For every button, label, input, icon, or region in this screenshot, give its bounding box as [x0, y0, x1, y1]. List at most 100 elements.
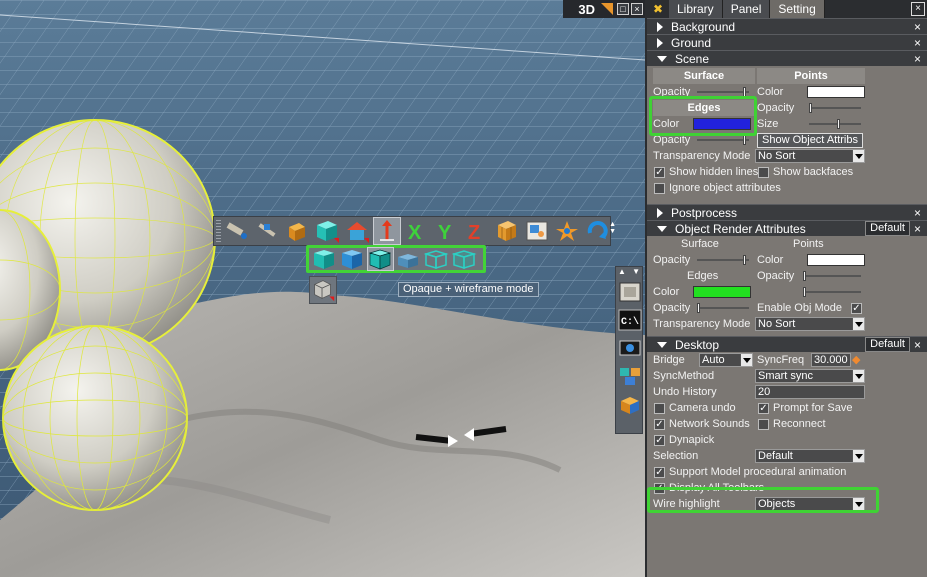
camera-icon[interactable] — [618, 337, 642, 359]
toolbar-grip[interactable] — [216, 220, 221, 242]
reconnect-checkbox[interactable] — [758, 419, 769, 430]
edges-color-swatch[interactable] — [693, 118, 751, 130]
close-section-icon[interactable]: × — [914, 222, 921, 236]
close-viewport-button[interactable]: × — [631, 3, 643, 15]
syncfreq-label: SyncFreq — [757, 354, 805, 366]
close-section-icon[interactable]: × — [914, 52, 921, 66]
prompt-for-save-checkbox[interactable]: ✓ — [758, 403, 769, 414]
tab-setting[interactable]: Setting — [770, 0, 825, 18]
edges-header: Edges — [653, 100, 755, 116]
undo-history-input[interactable]: 20 — [755, 385, 865, 399]
section-ground[interactable]: Ground × — [647, 34, 927, 50]
close-panel-button[interactable]: × — [911, 2, 925, 16]
rotate-icon[interactable] — [584, 218, 610, 244]
section-scene[interactable]: Scene × — [647, 50, 927, 66]
z-axis-icon[interactable]: Z — [464, 218, 490, 244]
maximize-button[interactable]: □ — [617, 3, 629, 15]
render-icon[interactable] — [618, 393, 642, 415]
cube-icon[interactable] — [314, 218, 340, 244]
or-points-opacity-label: Opacity — [757, 270, 795, 282]
or-points-size-slider[interactable] — [803, 287, 861, 297]
or-edges-color-swatch[interactable] — [693, 286, 751, 298]
or-edges-color-label: Color — [653, 286, 680, 298]
network-sounds-checkbox[interactable]: ✓ — [654, 419, 665, 430]
wire-box-tool[interactable] — [309, 276, 337, 304]
close-section-icon[interactable]: × — [914, 338, 921, 352]
bridge-label: Bridge — [653, 354, 685, 366]
wire-cube-icon[interactable] — [423, 248, 449, 270]
camera-undo-label: Camera undo — [669, 402, 736, 414]
selection-select[interactable]: Default — [755, 449, 865, 463]
solid-cube-icon[interactable] — [312, 248, 337, 270]
section-title: Desktop — [675, 337, 720, 352]
syncmethod-label: SyncMethod — [653, 370, 715, 382]
points-size-slider[interactable] — [809, 119, 861, 129]
spin-arrows-icon[interactable]: ◆ — [852, 352, 860, 368]
close-section-icon[interactable]: × — [914, 36, 921, 50]
flat-cube-icon[interactable] — [396, 248, 421, 270]
show-object-attribs-button[interactable]: Show Object Attribs — [757, 133, 863, 148]
sphere-bottom[interactable] — [2, 325, 188, 511]
y-axis-icon[interactable]: Y — [434, 218, 460, 244]
points-color-swatch[interactable] — [807, 86, 865, 98]
syncmethod-select[interactable]: Smart sync — [755, 369, 865, 383]
section-object-render-attributes[interactable]: Object Render Attributes Default × — [647, 220, 927, 236]
wire-highlight-select[interactable]: Objects — [755, 497, 865, 511]
scroll-down-icon[interactable]: ▼ — [632, 267, 640, 277]
close-section-icon[interactable]: × — [914, 20, 921, 34]
transparency-mode-select[interactable]: No Sort — [755, 149, 865, 163]
show-hidden-lines-checkbox[interactable]: ✓ — [654, 167, 665, 178]
or-points-color-swatch[interactable] — [807, 254, 865, 266]
section-title: Postprocess — [671, 205, 738, 220]
or-surface-opacity-slider[interactable] — [697, 255, 749, 265]
camera-undo-checkbox[interactable] — [654, 403, 665, 414]
console-icon[interactable]: C:\ — [618, 309, 642, 331]
section-title: Background — [671, 19, 736, 34]
scroll-up-icon[interactable]: ▲ — [618, 267, 626, 277]
opaque-wire-cube-icon[interactable] — [367, 247, 394, 271]
tooltip: Opaque + wireframe mode — [398, 282, 539, 297]
show-hidden-lines-label: Show hidden lines — [669, 166, 759, 178]
cubes-icon[interactable] — [618, 365, 642, 387]
support-model-checkbox[interactable]: ✓ — [654, 467, 665, 478]
edges-opacity-slider[interactable] — [697, 135, 749, 145]
3d-viewport[interactable]: 3D □ × X Y Z ▲▼ Opaque + wireframe mode — [0, 0, 645, 577]
display-all-toolbars-checkbox[interactable]: ✓ — [654, 483, 665, 494]
edges-color-label: Color — [653, 118, 680, 130]
image-icon[interactable] — [524, 218, 550, 244]
grid-box-icon[interactable] — [494, 218, 520, 244]
tools-icon[interactable]: ✖ — [647, 0, 669, 18]
tab-library[interactable]: Library — [669, 0, 723, 18]
default-preset-button[interactable]: Default — [865, 221, 910, 236]
shaded-cube-icon[interactable] — [340, 248, 365, 270]
close-section-icon[interactable]: × — [914, 206, 921, 220]
hammer-icon[interactable] — [254, 218, 280, 244]
wire-highlight-label: Wire highlight — [653, 498, 720, 510]
star-icon[interactable] — [554, 218, 580, 244]
or-transparency-mode-select[interactable]: No Sort — [755, 317, 865, 331]
frame-icon[interactable] — [618, 281, 642, 303]
box-icon[interactable] — [284, 218, 310, 244]
tab-panel[interactable]: Panel — [722, 0, 771, 18]
transparent-wire-cube-icon[interactable] — [451, 248, 477, 270]
paint-icon[interactable] — [224, 218, 250, 244]
viewport-menu-icon[interactable] — [601, 3, 613, 15]
move-arrow-icon[interactable] — [373, 217, 401, 245]
bridge-select[interactable]: Auto — [699, 353, 753, 367]
dynapick-checkbox[interactable]: ✓ — [654, 435, 665, 446]
desktop-default-button[interactable]: Default — [865, 337, 910, 352]
or-points-opacity-slider[interactable] — [803, 271, 861, 281]
house-icon[interactable] — [344, 218, 370, 244]
or-edges-opacity-slider[interactable] — [697, 303, 749, 313]
surface-opacity-slider[interactable] — [697, 87, 749, 97]
section-background[interactable]: Background × — [647, 18, 927, 34]
toolbar-scroll-icon[interactable]: ▲ ▼ — [609, 221, 616, 235]
show-backfaces-checkbox[interactable] — [758, 167, 769, 178]
ignore-object-attributes-checkbox[interactable] — [654, 183, 665, 194]
section-desktop[interactable]: Desktop Default × — [647, 336, 927, 352]
enable-obj-mode-checkbox[interactable]: ✓ — [851, 303, 862, 314]
section-postprocess[interactable]: Postprocess × — [647, 204, 927, 220]
points-opacity-slider[interactable] — [809, 103, 861, 113]
x-axis-icon[interactable]: X — [404, 218, 430, 244]
syncfreq-input[interactable]: 30.000 — [811, 353, 851, 367]
